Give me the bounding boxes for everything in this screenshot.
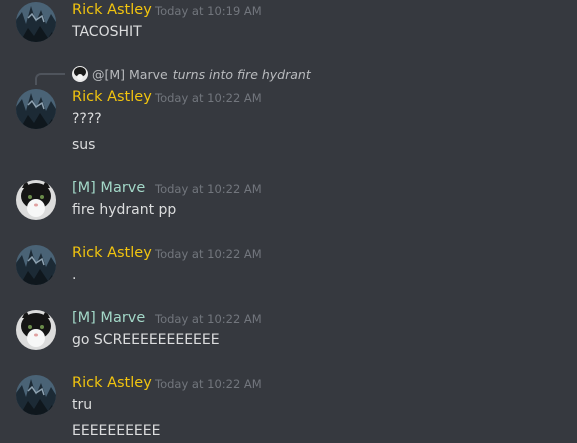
avatar-rick-astley[interactable] [16, 2, 56, 42]
message-text: . [72, 267, 77, 283]
avatar-rick-astley[interactable] [16, 245, 56, 285]
reply-connector [35, 73, 65, 85]
author-name[interactable]: Rick Astley [72, 373, 152, 393]
message-text: ???? [72, 111, 102, 127]
message-text: fire hydrant pp [72, 202, 177, 218]
message-list: Rick Astley Today at 10:19 AM TACOSHIT @… [0, 0, 577, 443]
author-name[interactable]: [M] Marve [72, 308, 145, 328]
timestamp: Today at 10:22 AM [155, 182, 262, 196]
message-text: tru [72, 397, 93, 413]
reply-reference[interactable]: @[M] Marve turns into fire hydrant [72, 64, 311, 84]
avatar-marve[interactable] [16, 310, 56, 350]
timestamp: Today at 10:22 AM [155, 377, 262, 391]
reply-text[interactable]: turns into fire hydrant [173, 67, 311, 82]
author-name[interactable]: Rick Astley [72, 243, 152, 263]
message-text: TACOSHIT [72, 24, 142, 40]
message-text: EEEEEEEEEE [72, 423, 161, 439]
avatar-rick-astley[interactable] [16, 89, 56, 129]
avatar-rick-astley[interactable] [16, 375, 56, 415]
reply-avatar-marve [72, 66, 88, 82]
message-text: go SCREEEEEEEEEEE [72, 332, 220, 348]
timestamp: Today at 10:22 AM [155, 312, 262, 326]
author-name[interactable]: Rick Astley [72, 0, 152, 20]
author-name[interactable]: [M] Marve [72, 178, 145, 198]
avatar-marve[interactable] [16, 180, 56, 220]
timestamp: Today at 10:19 AM [155, 4, 262, 18]
reply-author[interactable]: @[M] Marve [92, 67, 168, 82]
timestamp: Today at 10:22 AM [155, 247, 262, 261]
timestamp: Today at 10:22 AM [155, 91, 262, 105]
author-name[interactable]: Rick Astley [72, 87, 152, 107]
message-text: sus [72, 137, 96, 153]
